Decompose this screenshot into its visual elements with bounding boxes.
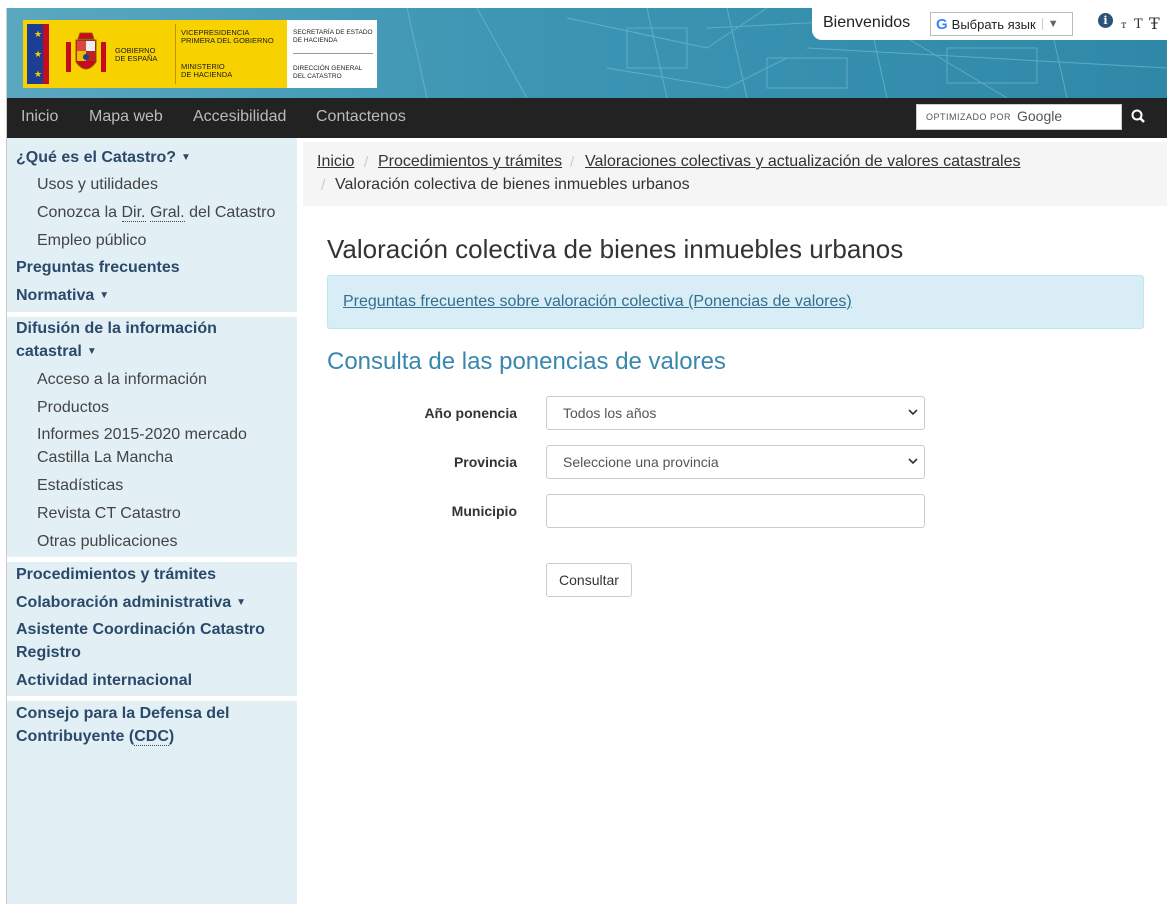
sidebar-item-consejo[interactable]: Consejo para la Defensa del Contribuyente…: [16, 702, 229, 748]
sidebar-item-conozca[interactable]: Conozca la Dir. Gral. del Catastro: [37, 201, 275, 224]
eu-flag-strip: ★ ★ ★: [27, 24, 43, 84]
welcome-text: Bienvenidos: [823, 14, 911, 31]
sidebar-item-colaboracion[interactable]: Colaboración administrativa ▼: [16, 591, 246, 614]
info-icon[interactable]: i: [1098, 13, 1113, 28]
language-select[interactable]: G Выбрать язык ▼: [930, 12, 1073, 36]
sidebar-item-que-es[interactable]: ¿Qué es el Catastro? ▼: [16, 146, 191, 169]
secretaria-text: SECRETARÍA DE ESTADO DE HACIENDA: [293, 29, 373, 44]
breadcrumb-separator: /: [321, 177, 326, 194]
logo-divider: [175, 24, 176, 84]
search-optimized-label: OPTIMIZADO POR: [926, 112, 1012, 122]
sidebar-item-asistente[interactable]: Asistente Coordinación Catastro Registro: [16, 618, 265, 664]
sidebar-item-revista[interactable]: Revista CT Catastro: [37, 502, 181, 525]
faq-alert-box: Preguntas frecuentes sobre valoración co…: [327, 275, 1144, 329]
nav-contactenos[interactable]: Contactenos: [316, 108, 406, 126]
caret-down-icon: ▼: [99, 290, 110, 301]
gobierno-text: GOBIERNO DE ESPAÑA: [115, 46, 158, 63]
nav-mapa-web[interactable]: Mapa web: [89, 108, 163, 126]
breadcrumb-separator: /: [364, 154, 369, 171]
breadcrumb-separator: /: [570, 154, 575, 171]
provincia-select-value: Seleccione una provincia: [563, 454, 719, 470]
search-input[interactable]: OPTIMIZADO POR Google: [916, 104, 1122, 130]
consultar-button[interactable]: Consultar: [546, 563, 632, 597]
text-size-large-icon[interactable]: Ŧ: [1149, 14, 1160, 33]
breadcrumb: Inicio / Procedimientos y trámites / Val…: [303, 142, 1167, 206]
sidebar: ¿Qué es el Catastro? ▼ Usos y utilidades …: [7, 138, 297, 904]
page-title: Valoración colectiva de bienes inmuebles…: [327, 234, 904, 264]
site-header: ★ ★ ★ GOBIERNO DE ESPAÑA VICEPRESIDENCIA…: [7, 8, 1167, 98]
search-icon[interactable]: [1129, 107, 1149, 127]
coat-of-arms-icon: [66, 32, 106, 72]
logo-yellow-panel: ★ ★ ★ GOBIERNO DE ESPAÑA VICEPRESIDENCIA…: [23, 20, 287, 88]
caret-down-icon: ▼: [181, 152, 191, 163]
faq-link[interactable]: Preguntas frecuentes sobre valoración co…: [343, 293, 852, 311]
provincia-select[interactable]: Seleccione una provincia: [546, 445, 925, 479]
breadcrumb-inicio[interactable]: Inicio: [317, 153, 354, 171]
caret-down-icon: ▼: [86, 346, 97, 357]
chevron-down-icon: [908, 409, 918, 416]
municipio-label: Municipio: [451, 503, 517, 519]
nav-accesibilidad[interactable]: Accesibilidad: [193, 108, 286, 126]
sidebar-item-difusion[interactable]: Difusión de la información catastral ▼: [16, 317, 217, 363]
sidebar-item-usos[interactable]: Usos y utilidades: [37, 173, 158, 196]
main-navbar: Inicio Mapa web Accesibilidad Contacteno…: [7, 98, 1167, 138]
provincia-label: Provincia: [453, 454, 517, 470]
direccion-catastro-text: DIRECCIÓN GENERAL DEL CATASTRO: [293, 65, 363, 80]
breadcrumb-current: Valoración colectiva de bienes inmuebles…: [335, 176, 690, 193]
welcome-panel: Bienvenidos G Выбрать язык ▼ i т T Ŧ: [812, 8, 1167, 40]
breadcrumb-valoraciones[interactable]: Valoraciones colectivas y actualización …: [585, 153, 1020, 171]
sidebar-item-preguntas[interactable]: Preguntas frecuentes: [16, 256, 180, 279]
municipio-field[interactable]: [546, 494, 925, 528]
anio-label: Año ponencia: [424, 405, 517, 421]
caret-down-icon: ▼: [236, 597, 247, 608]
flag-red-stripe: [43, 24, 49, 84]
sidebar-item-actividad[interactable]: Actividad internacional: [16, 669, 192, 692]
dropdown-arrow-icon: ▼: [1041, 18, 1059, 30]
gobierno-logo[interactable]: ★ ★ ★ GOBIERNO DE ESPAÑA VICEPRESIDENCIA…: [23, 20, 377, 88]
google-g-icon: G: [936, 15, 948, 33]
sidebar-separator: [7, 557, 297, 562]
search-google-label: Google: [1017, 108, 1063, 124]
sidebar-item-procedimientos[interactable]: Procedimientos y trámites: [16, 563, 216, 586]
sidebar-item-acceso[interactable]: Acceso a la información: [37, 368, 207, 391]
sidebar-item-informes[interactable]: Informes 2015-2020 mercado Castilla La Ma…: [37, 423, 247, 469]
anio-select-value: Todos los años: [563, 405, 657, 421]
nav-inicio[interactable]: Inicio: [21, 108, 58, 126]
chevron-down-icon: [908, 458, 918, 465]
sidebar-item-productos[interactable]: Productos: [37, 396, 109, 419]
text-size-medium-icon[interactable]: T: [1134, 17, 1143, 32]
sidebar-item-estadisticas[interactable]: Estadísticas: [37, 474, 123, 497]
ministerio-text: MINISTERIO DE HACIENDA: [181, 62, 233, 79]
sidebar-separator: [7, 696, 297, 701]
sidebar-item-otras[interactable]: Otras publicaciones: [37, 530, 178, 553]
logo-white-divider: [293, 53, 373, 54]
page-frame: ★ ★ ★ GOBIERNO DE ESPAÑA VICEPRESIDENCIA…: [6, 8, 1167, 904]
sidebar-item-normativa[interactable]: Normativa ▼: [16, 284, 109, 307]
breadcrumb-procedimientos[interactable]: Procedimientos y trámites: [378, 153, 562, 171]
section-title: Consulta de las ponencias de valores: [327, 348, 726, 375]
language-select-label: Выбрать язык: [951, 16, 1036, 32]
text-size-small-icon[interactable]: т: [1121, 20, 1127, 31]
anio-select[interactable]: Todos los años: [546, 396, 925, 430]
vicepresidencia-text: VICEPRESIDENCIA PRIMERA DEL GOBIERNO: [181, 28, 274, 45]
sidebar-item-empleo[interactable]: Empleo público: [37, 229, 146, 252]
logo-white-panel: SECRETARÍA DE ESTADO DE HACIENDA DIRECCIÓ…: [287, 20, 377, 88]
